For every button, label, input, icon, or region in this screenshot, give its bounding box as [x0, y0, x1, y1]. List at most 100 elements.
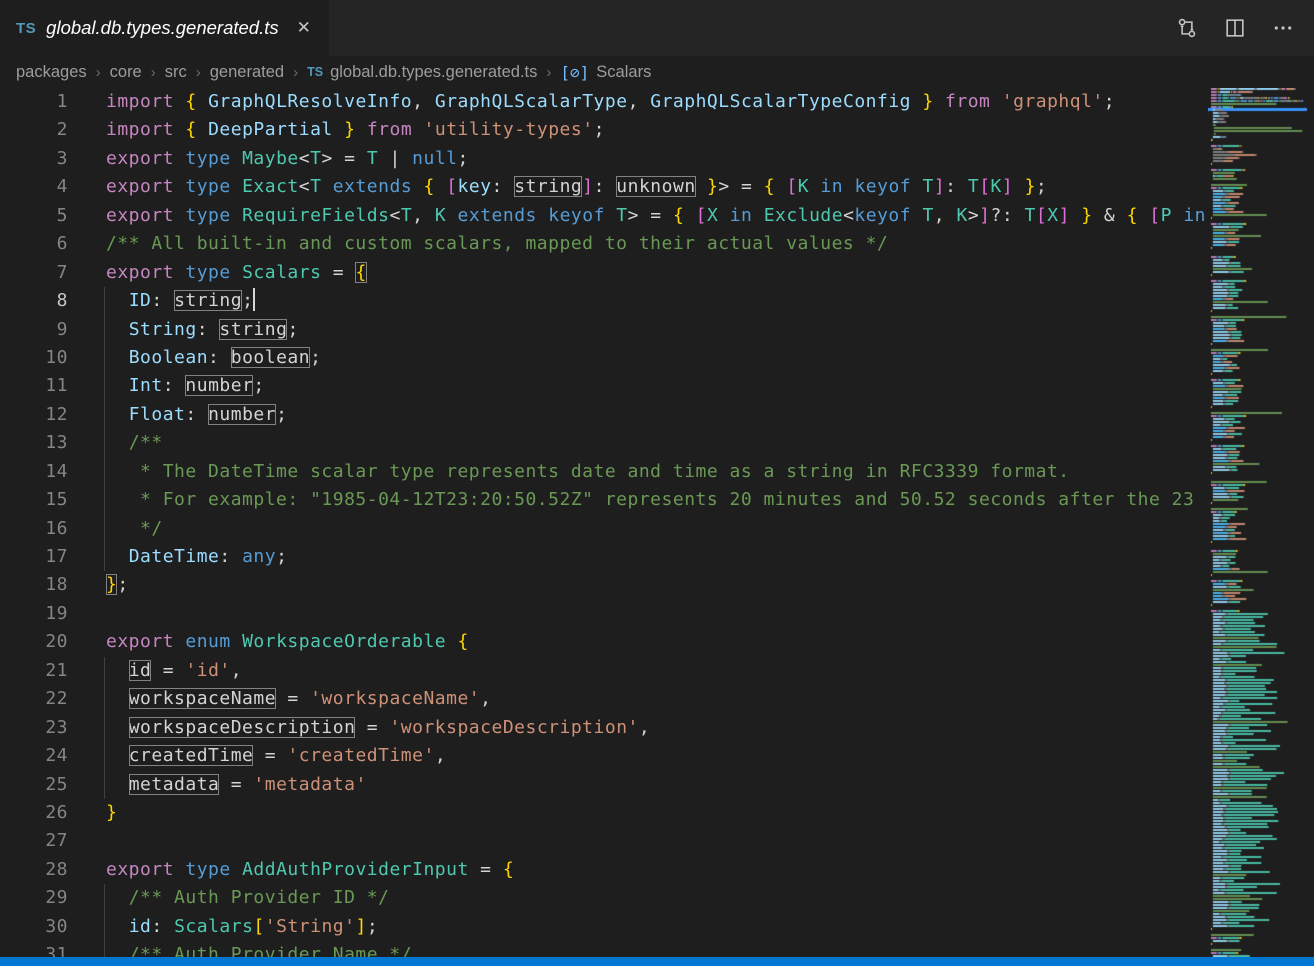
code-line[interactable]: 20export enum WorkspaceOrderable {: [0, 628, 1208, 656]
code-line[interactable]: 1import { GraphQLResolveInfo, GraphQLSca…: [0, 88, 1208, 116]
code-line[interactable]: 23 workspaceDescription = 'workspaceDesc…: [0, 714, 1208, 742]
line-number[interactable]: 6: [0, 230, 68, 258]
close-tab-icon[interactable]: ✕: [293, 16, 315, 40]
line-number[interactable]: 21: [0, 657, 68, 685]
line-number[interactable]: 27: [0, 827, 68, 855]
breadcrumb-separator: ›: [96, 64, 101, 81]
indent-guide: [104, 771, 105, 799]
breadcrumb-item-packages[interactable]: packages: [16, 63, 87, 82]
more-actions-icon[interactable]: [1270, 15, 1296, 41]
line-number[interactable]: 24: [0, 742, 68, 770]
code-content: * The DateTime scalar type represents da…: [106, 458, 1070, 486]
line-number[interactable]: 12: [0, 401, 68, 429]
line-number[interactable]: 20: [0, 628, 68, 656]
code-line[interactable]: 11 Int: number;: [0, 372, 1208, 400]
code-line[interactable]: 14 * The DateTime scalar type represents…: [0, 458, 1208, 486]
line-number[interactable]: 2: [0, 116, 68, 144]
line-number[interactable]: 19: [0, 600, 68, 628]
line-number[interactable]: 22: [0, 685, 68, 713]
line-number[interactable]: 5: [0, 202, 68, 230]
code-line[interactable]: 9 String: string;: [0, 316, 1208, 344]
line-number[interactable]: 29: [0, 884, 68, 912]
code-content: id: Scalars['String'];: [106, 913, 378, 941]
line-number[interactable]: 28: [0, 856, 68, 884]
line-number[interactable]: 17: [0, 543, 68, 571]
code-line[interactable]: 13 /**: [0, 429, 1208, 457]
line-number[interactable]: 7: [0, 259, 68, 287]
line-number[interactable]: 16: [0, 515, 68, 543]
breadcrumb: packages›core›src›generated›TSglobal.db.…: [0, 56, 1314, 88]
line-number[interactable]: 9: [0, 316, 68, 344]
code-content: Float: number;: [106, 401, 287, 429]
line-number[interactable]: 30: [0, 913, 68, 941]
code-line[interactable]: 28export type AddAuthProviderInput = {: [0, 856, 1208, 884]
line-number[interactable]: 10: [0, 344, 68, 372]
indent-guide: [104, 372, 105, 400]
symbol-object-icon: [⊘]: [560, 63, 589, 82]
status-bar[interactable]: [0, 957, 1314, 966]
line-number[interactable]: 23: [0, 714, 68, 742]
line-number[interactable]: 18: [0, 571, 68, 599]
line-number[interactable]: 15: [0, 486, 68, 514]
breadcrumb-item-scalars[interactable]: [⊘]Scalars: [560, 63, 651, 82]
open-changes-icon[interactable]: [1174, 15, 1200, 41]
indent-guide: [104, 685, 105, 713]
code-line[interactable]: 31 /** Auth Provider Name */: [0, 941, 1208, 957]
line-number[interactable]: 14: [0, 458, 68, 486]
code-line[interactable]: 22 workspaceName = 'workspaceName',: [0, 685, 1208, 713]
code-content: export type Scalars = {: [106, 259, 367, 287]
breadcrumb-item-global-db-types-generated-ts[interactable]: TSglobal.db.types.generated.ts: [307, 63, 537, 82]
code-line[interactable]: 6/** All built-in and custom scalars, ma…: [0, 230, 1208, 258]
breadcrumb-separator: ›: [546, 64, 551, 81]
line-number[interactable]: 1: [0, 88, 68, 116]
editor: 1import { GraphQLResolveInfo, GraphQLSca…: [0, 88, 1314, 957]
code-line[interactable]: 2import { DeepPartial } from 'utility-ty…: [0, 116, 1208, 144]
code-line[interactable]: 21 id = 'id',: [0, 657, 1208, 685]
code-line[interactable]: 4export type Exact<T extends { [key: str…: [0, 173, 1208, 201]
code-content: workspaceDescription = 'workspaceDescrip…: [106, 714, 650, 742]
line-number[interactable]: 25: [0, 771, 68, 799]
tab-global-db-types-generated[interactable]: TS global.db.types.generated.ts ✕: [0, 0, 329, 56]
code-pane[interactable]: 1import { GraphQLResolveInfo, GraphQLSca…: [0, 88, 1208, 957]
code-line[interactable]: 25 metadata = 'metadata': [0, 771, 1208, 799]
code-line[interactable]: 27: [0, 827, 1208, 855]
code-content: /** Auth Provider ID */: [106, 884, 389, 912]
line-number[interactable]: 26: [0, 799, 68, 827]
line-number[interactable]: 8: [0, 287, 68, 315]
code-line[interactable]: 18};: [0, 571, 1208, 599]
code-line[interactable]: 10 Boolean: boolean;: [0, 344, 1208, 372]
code-line[interactable]: 19: [0, 600, 1208, 628]
code-line[interactable]: 30 id: Scalars['String'];: [0, 913, 1208, 941]
minimap[interactable]: [1208, 88, 1314, 957]
line-number[interactable]: 13: [0, 429, 68, 457]
code-line[interactable]: 26}: [0, 799, 1208, 827]
indent-guide: [104, 486, 105, 514]
code-line[interactable]: 7 export type Scalars = {: [0, 259, 1208, 287]
breadcrumb-item-core[interactable]: core: [110, 63, 142, 82]
line-number[interactable]: 4: [0, 173, 68, 201]
code-line[interactable]: 3export type Maybe<T> = T | null;: [0, 145, 1208, 173]
indent-guide: [104, 913, 105, 941]
line-number[interactable]: 31: [0, 941, 68, 957]
indent-guide: [104, 884, 105, 912]
code-line[interactable]: 16 */: [0, 515, 1208, 543]
code-content: }: [106, 799, 117, 827]
indent-guide: [104, 515, 105, 543]
code-line[interactable]: 29 /** Auth Provider ID */: [0, 884, 1208, 912]
code-line[interactable]: 12 Float: number;: [0, 401, 1208, 429]
breadcrumb-item-src[interactable]: src: [165, 63, 187, 82]
code-line[interactable]: 15 * For example: "1985-04-12T23:20:50.5…: [0, 486, 1208, 514]
indent-guide: [104, 742, 105, 770]
code-line[interactable]: 17 DateTime: any;: [0, 543, 1208, 571]
line-number[interactable]: 11: [0, 372, 68, 400]
breadcrumb-item-generated[interactable]: generated: [210, 63, 284, 82]
code-line[interactable]: 5export type RequireFields<T, K extends …: [0, 202, 1208, 230]
code-line[interactable]: 8 ID: string;: [0, 287, 1208, 315]
line-number[interactable]: 3: [0, 145, 68, 173]
indent-guide: [104, 543, 105, 571]
indent-guide: [104, 714, 105, 742]
code-content: Boolean: boolean;: [106, 344, 321, 372]
code-line[interactable]: 24 createdTime = 'createdTime',: [0, 742, 1208, 770]
breadcrumb-separator: ›: [196, 64, 201, 81]
split-editor-icon[interactable]: [1222, 15, 1248, 41]
